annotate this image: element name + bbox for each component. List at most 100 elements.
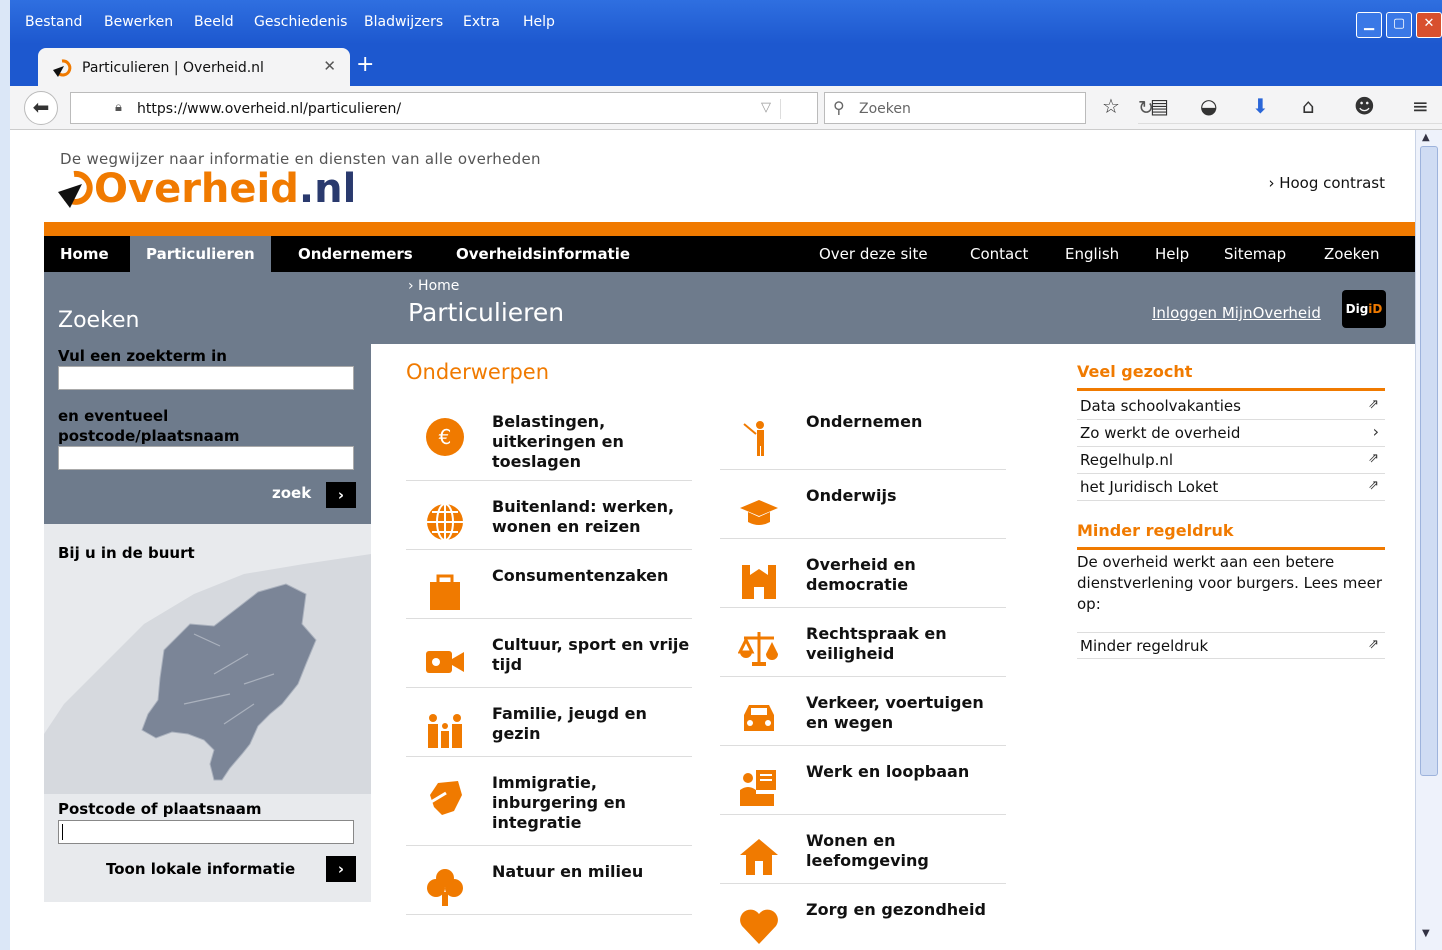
topic-label: Ondernemen <box>806 412 923 431</box>
scroll-down-icon[interactable]: ▼ <box>1422 928 1430 939</box>
digid-logo[interactable]: DigiD <box>1342 290 1386 328</box>
vertical-scrollbar[interactable]: ▲ ▼ <box>1415 130 1442 950</box>
link-regelhulp[interactable]: Regelhulp.nl ⇗ <box>1077 447 1385 474</box>
nav-zoeken[interactable]: Zoeken <box>1324 236 1380 272</box>
topic-onderwijs[interactable]: Onderwijs <box>720 470 1006 539</box>
menu-help[interactable]: Help <box>523 14 555 30</box>
nav-overheidsinformatie[interactable]: Overheidsinformatie <box>456 236 630 272</box>
overheid-favicon-icon <box>53 59 72 77</box>
link-data-schoolvakanties[interactable]: Data schoolvakanties ⇗ <box>1077 393 1385 420</box>
topic-zorg[interactable]: Zorg en gezondheid <box>720 884 1006 950</box>
menu-bewerken[interactable]: Bewerken <box>104 14 173 30</box>
map-arrow-icon <box>425 781 462 815</box>
menu-bestand[interactable]: Bestand <box>25 14 82 30</box>
url-text: https://www.overheid.nl/particulieren/ <box>137 101 402 117</box>
logo-tld-text: .nl <box>298 166 357 212</box>
minimize-icon[interactable]: ▁ <box>1356 12 1382 38</box>
toon-arrow-icon[interactable]: › <box>326 856 356 882</box>
search-term-input[interactable] <box>58 366 354 390</box>
euro-icon: € <box>426 418 464 456</box>
search-bar[interactable]: ⚲ Zoeken <box>824 92 1086 124</box>
reload-icon[interactable]: ↻ <box>1138 97 1442 124</box>
lock-icon: 🔒︎ <box>115 100 122 115</box>
pocket-icon[interactable]: ◒ <box>1200 94 1217 118</box>
menu-extra[interactable]: Extra <box>463 14 500 30</box>
topic-werk[interactable]: Werk en loopbaan <box>720 746 1006 815</box>
close-tab-icon[interactable]: ✕ <box>323 57 336 75</box>
topic-natuur[interactable]: Natuur en milieu <box>406 846 692 915</box>
shopping-bag-icon <box>430 574 460 610</box>
chat-icon[interactable]: ☻ <box>1354 94 1375 118</box>
topic-cultuur[interactable]: Cultuur, sport en vrije tijd <box>406 619 692 688</box>
nav-home[interactable]: Home <box>60 236 109 272</box>
topic-rechtspraak[interactable]: Rechtspraak en veiligheid <box>720 608 1006 677</box>
scrollbar-thumb[interactable] <box>1420 146 1438 776</box>
tab-title: Particulieren | Overheid.nl <box>82 60 264 76</box>
chevron-down-icon[interactable]: ▽ <box>761 100 771 115</box>
topic-label: Verkeer, voertuigen en wegen <box>806 693 984 732</box>
close-window-icon[interactable]: ✕ <box>1416 12 1442 38</box>
nav-english[interactable]: English <box>1065 236 1119 272</box>
hoog-contrast-link[interactable]: › Hoog contrast <box>1268 174 1385 192</box>
nav-ondernemers[interactable]: Ondernemers <box>298 236 413 272</box>
topic-familie[interactable]: Familie, jeugd en gezin <box>406 688 692 757</box>
topic-label: Natuur en milieu <box>492 862 644 881</box>
nav-help[interactable]: Help <box>1155 236 1189 272</box>
topic-label: Zorg en gezondheid <box>806 900 986 919</box>
topic-label: Belastingen, uitkeringen en toeslagen <box>492 412 624 471</box>
nav-contact[interactable]: Contact <box>970 236 1028 272</box>
search-panel-title: Zoeken <box>58 308 140 333</box>
zoek-arrow-icon[interactable]: › <box>326 482 356 508</box>
topic-immigratie[interactable]: Immigratie, inburgering en integratie <box>406 757 692 846</box>
netherlands-map[interactable] <box>44 554 371 794</box>
breadcrumb[interactable]: › Home <box>408 278 459 294</box>
menu-beeld[interactable]: Beeld <box>194 14 234 30</box>
topic-overheid-democratie[interactable]: Overheid en democratie <box>720 539 1006 608</box>
tab-particulieren[interactable]: Particulieren | Overheid.nl ✕ <box>38 48 350 86</box>
topic-consumentenzaken[interactable]: Consumentenzaken <box>406 550 692 619</box>
link-minder-regeldruk[interactable]: Minder regeldruk ⇗ <box>1077 632 1385 659</box>
scroll-up-icon[interactable]: ▲ <box>1422 132 1430 143</box>
link-juridisch-loket[interactable]: het Juridisch Loket ⇗ <box>1077 474 1385 501</box>
topic-label: Werk en loopbaan <box>806 762 970 781</box>
hamburger-menu-icon[interactable]: ≡ <box>1412 94 1429 118</box>
nav-particulieren[interactable]: Particulieren <box>130 236 271 272</box>
reading-list-icon[interactable]: ▤ <box>1150 94 1169 118</box>
bookmark-star-icon[interactable]: ☆ <box>1102 94 1120 118</box>
topic-ondernemen[interactable]: Ondernemen <box>720 396 1006 470</box>
svg-text:€: € <box>439 425 452 449</box>
topic-belastingen[interactable]: € Belastingen, uitkeringen en toeslagen <box>406 396 692 481</box>
menu-geschiedenis[interactable]: Geschiedenis <box>254 14 347 30</box>
url-bar[interactable]: 🔒︎ https://www.overheid.nl/particulieren… <box>70 92 1442 124</box>
home-icon[interactable]: ⌂ <box>1302 94 1315 118</box>
menu-bladwijzers[interactable]: Bladwijzers <box>364 14 443 30</box>
back-icon[interactable]: ⬅ <box>24 91 58 125</box>
menu-bar: Bestand Bewerken Beeld Geschiedenis Blad… <box>10 0 1442 44</box>
orange-rule <box>1077 547 1385 550</box>
maximize-icon[interactable]: ▢ <box>1386 12 1412 38</box>
nav-sitemap[interactable]: Sitemap <box>1224 236 1286 272</box>
topic-verkeer[interactable]: Verkeer, voertuigen en wegen <box>720 677 1006 746</box>
window-controls: ▁ ▢ ✕ <box>1352 12 1442 38</box>
scales-icon <box>738 632 778 666</box>
government-building-icon <box>742 565 776 599</box>
video-camera-icon <box>426 651 464 673</box>
house-icon <box>740 839 778 875</box>
download-icon[interactable]: ⬇ <box>1252 94 1269 118</box>
zoek-label[interactable]: zoek <box>272 484 311 502</box>
topic-label: Wonen en leefomgeving <box>806 831 929 870</box>
new-tab-icon[interactable]: + <box>356 52 374 77</box>
topic-label: Overheid en democratie <box>806 555 916 594</box>
postcode-plaatsnaam-input[interactable] <box>58 820 354 844</box>
postcode-label-1: en eventueel <box>58 407 169 425</box>
nav-over-deze-site[interactable]: Over deze site <box>819 236 928 272</box>
topic-buitenland[interactable]: Buitenland: werken, wonen en reizen <box>406 481 692 550</box>
toon-lokale-informatie-label[interactable]: Toon lokale informatie <box>106 860 295 878</box>
topic-label: Immigratie, inburgering en integratie <box>492 773 626 832</box>
worker-desk-icon <box>740 770 776 806</box>
login-mijnoverheid-link[interactable]: Inloggen MijnOverheid <box>1152 304 1321 322</box>
search-term-label: Vul een zoekterm in <box>58 347 227 365</box>
postcode-input[interactable] <box>58 446 354 470</box>
topic-wonen[interactable]: Wonen en leefomgeving <box>720 815 1006 884</box>
link-zo-werkt-de-overheid[interactable]: Zo werkt de overheid › <box>1077 420 1385 447</box>
